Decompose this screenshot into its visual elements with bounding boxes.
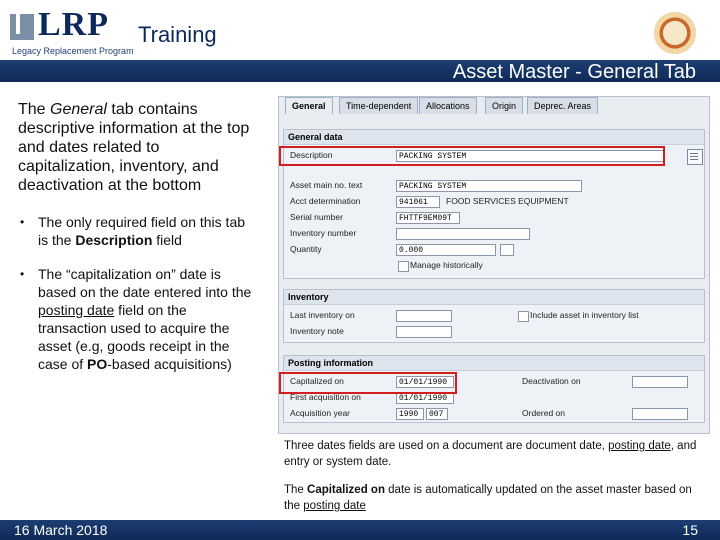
- main-no-label: Asset main no. text: [290, 180, 363, 190]
- quantity-row: Quantity 0.000: [284, 244, 704, 258]
- footer-date: 16 March 2018: [14, 522, 108, 538]
- main-no-row: Asset main no. text PACKING SYSTEM: [284, 180, 704, 194]
- tab-general[interactable]: General: [285, 97, 333, 114]
- caption2-bold: Capitalized on: [307, 484, 385, 496]
- tab-origin[interactable]: Origin: [485, 97, 524, 114]
- page-number: 15: [682, 522, 698, 538]
- long-text-icon[interactable]: [687, 149, 703, 165]
- sap-asset-master-panel: General Time-dependent Allocations Origi…: [278, 96, 710, 434]
- tab-deprec-areas[interactable]: Deprec. Areas: [527, 97, 599, 114]
- slide-title: Asset Master - General Tab: [452, 61, 696, 83]
- include-inventory-label: Include asset in inventory list: [530, 310, 639, 320]
- inventory-number-row: Inventory number: [284, 228, 704, 242]
- serial-label: Serial number: [290, 212, 343, 222]
- inventory-note-field[interactable]: [396, 326, 452, 338]
- general-data-title: General data: [284, 130, 704, 145]
- include-inventory-checkbox[interactable]: [518, 311, 529, 322]
- caption-capitalized: The Capitalized on date is automatically…: [284, 482, 704, 514]
- left-text: The General tab contains descriptive inf…: [18, 100, 258, 389]
- serial-row: Serial number FHTTF9EM09T: [284, 212, 704, 226]
- caption1-posting-date: posting date: [608, 440, 671, 452]
- manage-historically-label: Manage historically: [410, 260, 483, 270]
- quantity-label: Quantity: [290, 244, 322, 254]
- acq-year-label: Acquisition year: [290, 408, 351, 418]
- brand-title: Training: [138, 22, 217, 47]
- last-inventory-row: Last inventory on Include asset in inven…: [284, 310, 704, 324]
- city-seal-icon: [654, 12, 696, 54]
- inventory-note-row: Inventory note: [284, 326, 704, 340]
- quantity-unit-field[interactable]: [500, 244, 514, 256]
- bullet2-bold: PO: [87, 356, 108, 372]
- inventory-number-label: Inventory number: [290, 228, 357, 238]
- caption2-part-a: The: [284, 484, 308, 496]
- caption1-part-a: Three dates fields are used on a documen…: [284, 440, 609, 452]
- description-highlight: [279, 146, 665, 166]
- bullet-required-field: The only required field on this tab is t…: [18, 213, 258, 249]
- header: LRP Legacy Replacement Program Training: [0, 0, 720, 62]
- tab-strip: General Time-dependent Allocations Origi…: [279, 97, 709, 114]
- manage-historically-checkbox[interactable]: [398, 261, 409, 272]
- intro-emphasis: General: [50, 101, 107, 118]
- inventory-number-field[interactable]: [396, 228, 530, 240]
- acq-period-field[interactable]: 007: [426, 408, 448, 420]
- acq-year-field[interactable]: 1990: [396, 408, 424, 420]
- last-inventory-field[interactable]: [396, 310, 452, 322]
- bullet2-part-a: The “capitalization on” date is based on…: [38, 266, 252, 300]
- acct-text: FOOD SERVICES EQUIPMENT: [446, 196, 569, 206]
- bullet-list: The only required field on this tab is t…: [18, 213, 258, 373]
- manage-hist-row: Manage historically: [284, 260, 704, 274]
- logo: LRP: [38, 6, 109, 43]
- posting-info-title: Posting information: [284, 356, 704, 371]
- acq-year-row: Acquisition year 1990 007 Ordered on: [284, 408, 704, 422]
- caption-dates: Three dates fields are used on a documen…: [284, 438, 704, 470]
- inventory-group: Inventory Last inventory on Include asse…: [283, 289, 705, 343]
- logo-mark-icon: [10, 14, 34, 40]
- first-acq-row: First acquisition on 01/01/1990: [284, 392, 704, 406]
- acct-field[interactable]: 941061: [396, 196, 440, 208]
- caption2-posting-date: posting date: [303, 500, 366, 512]
- footer-bar: [0, 520, 720, 540]
- acct-label: Acct determination: [290, 196, 361, 206]
- inventory-note-label: Inventory note: [290, 326, 344, 336]
- bullet-capitalization: The “capitalization on” date is based on…: [18, 265, 258, 373]
- deactivation-field[interactable]: [632, 376, 688, 388]
- capitalized-highlight: [279, 372, 457, 394]
- bullet2-part-c: -based acquisitions): [107, 356, 232, 372]
- acct-row: Acct determination 941061 FOOD SERVICES …: [284, 196, 704, 210]
- main-no-field[interactable]: PACKING SYSTEM: [396, 180, 582, 192]
- intro-paragraph: The General tab contains descriptive inf…: [18, 100, 258, 195]
- bullet2-posting-date: posting date: [38, 302, 115, 318]
- logo-subtitle: Legacy Replacement Program: [12, 46, 134, 56]
- ordered-label: Ordered on: [522, 408, 565, 418]
- deactivation-label: Deactivation on: [522, 376, 581, 386]
- tab-allocations[interactable]: Allocations: [419, 97, 477, 114]
- inventory-title: Inventory: [284, 290, 704, 305]
- tab-time-dependent[interactable]: Time-dependent: [339, 97, 419, 114]
- ordered-field[interactable]: [632, 408, 688, 420]
- quantity-field[interactable]: 0.000: [396, 244, 496, 256]
- last-inventory-label: Last inventory on: [290, 310, 355, 320]
- bullet1-bold: Description: [75, 232, 153, 248]
- intro-prefix: The: [18, 101, 51, 118]
- serial-field[interactable]: FHTTF9EM09T: [396, 212, 460, 224]
- bullet1-suffix: field: [152, 232, 182, 248]
